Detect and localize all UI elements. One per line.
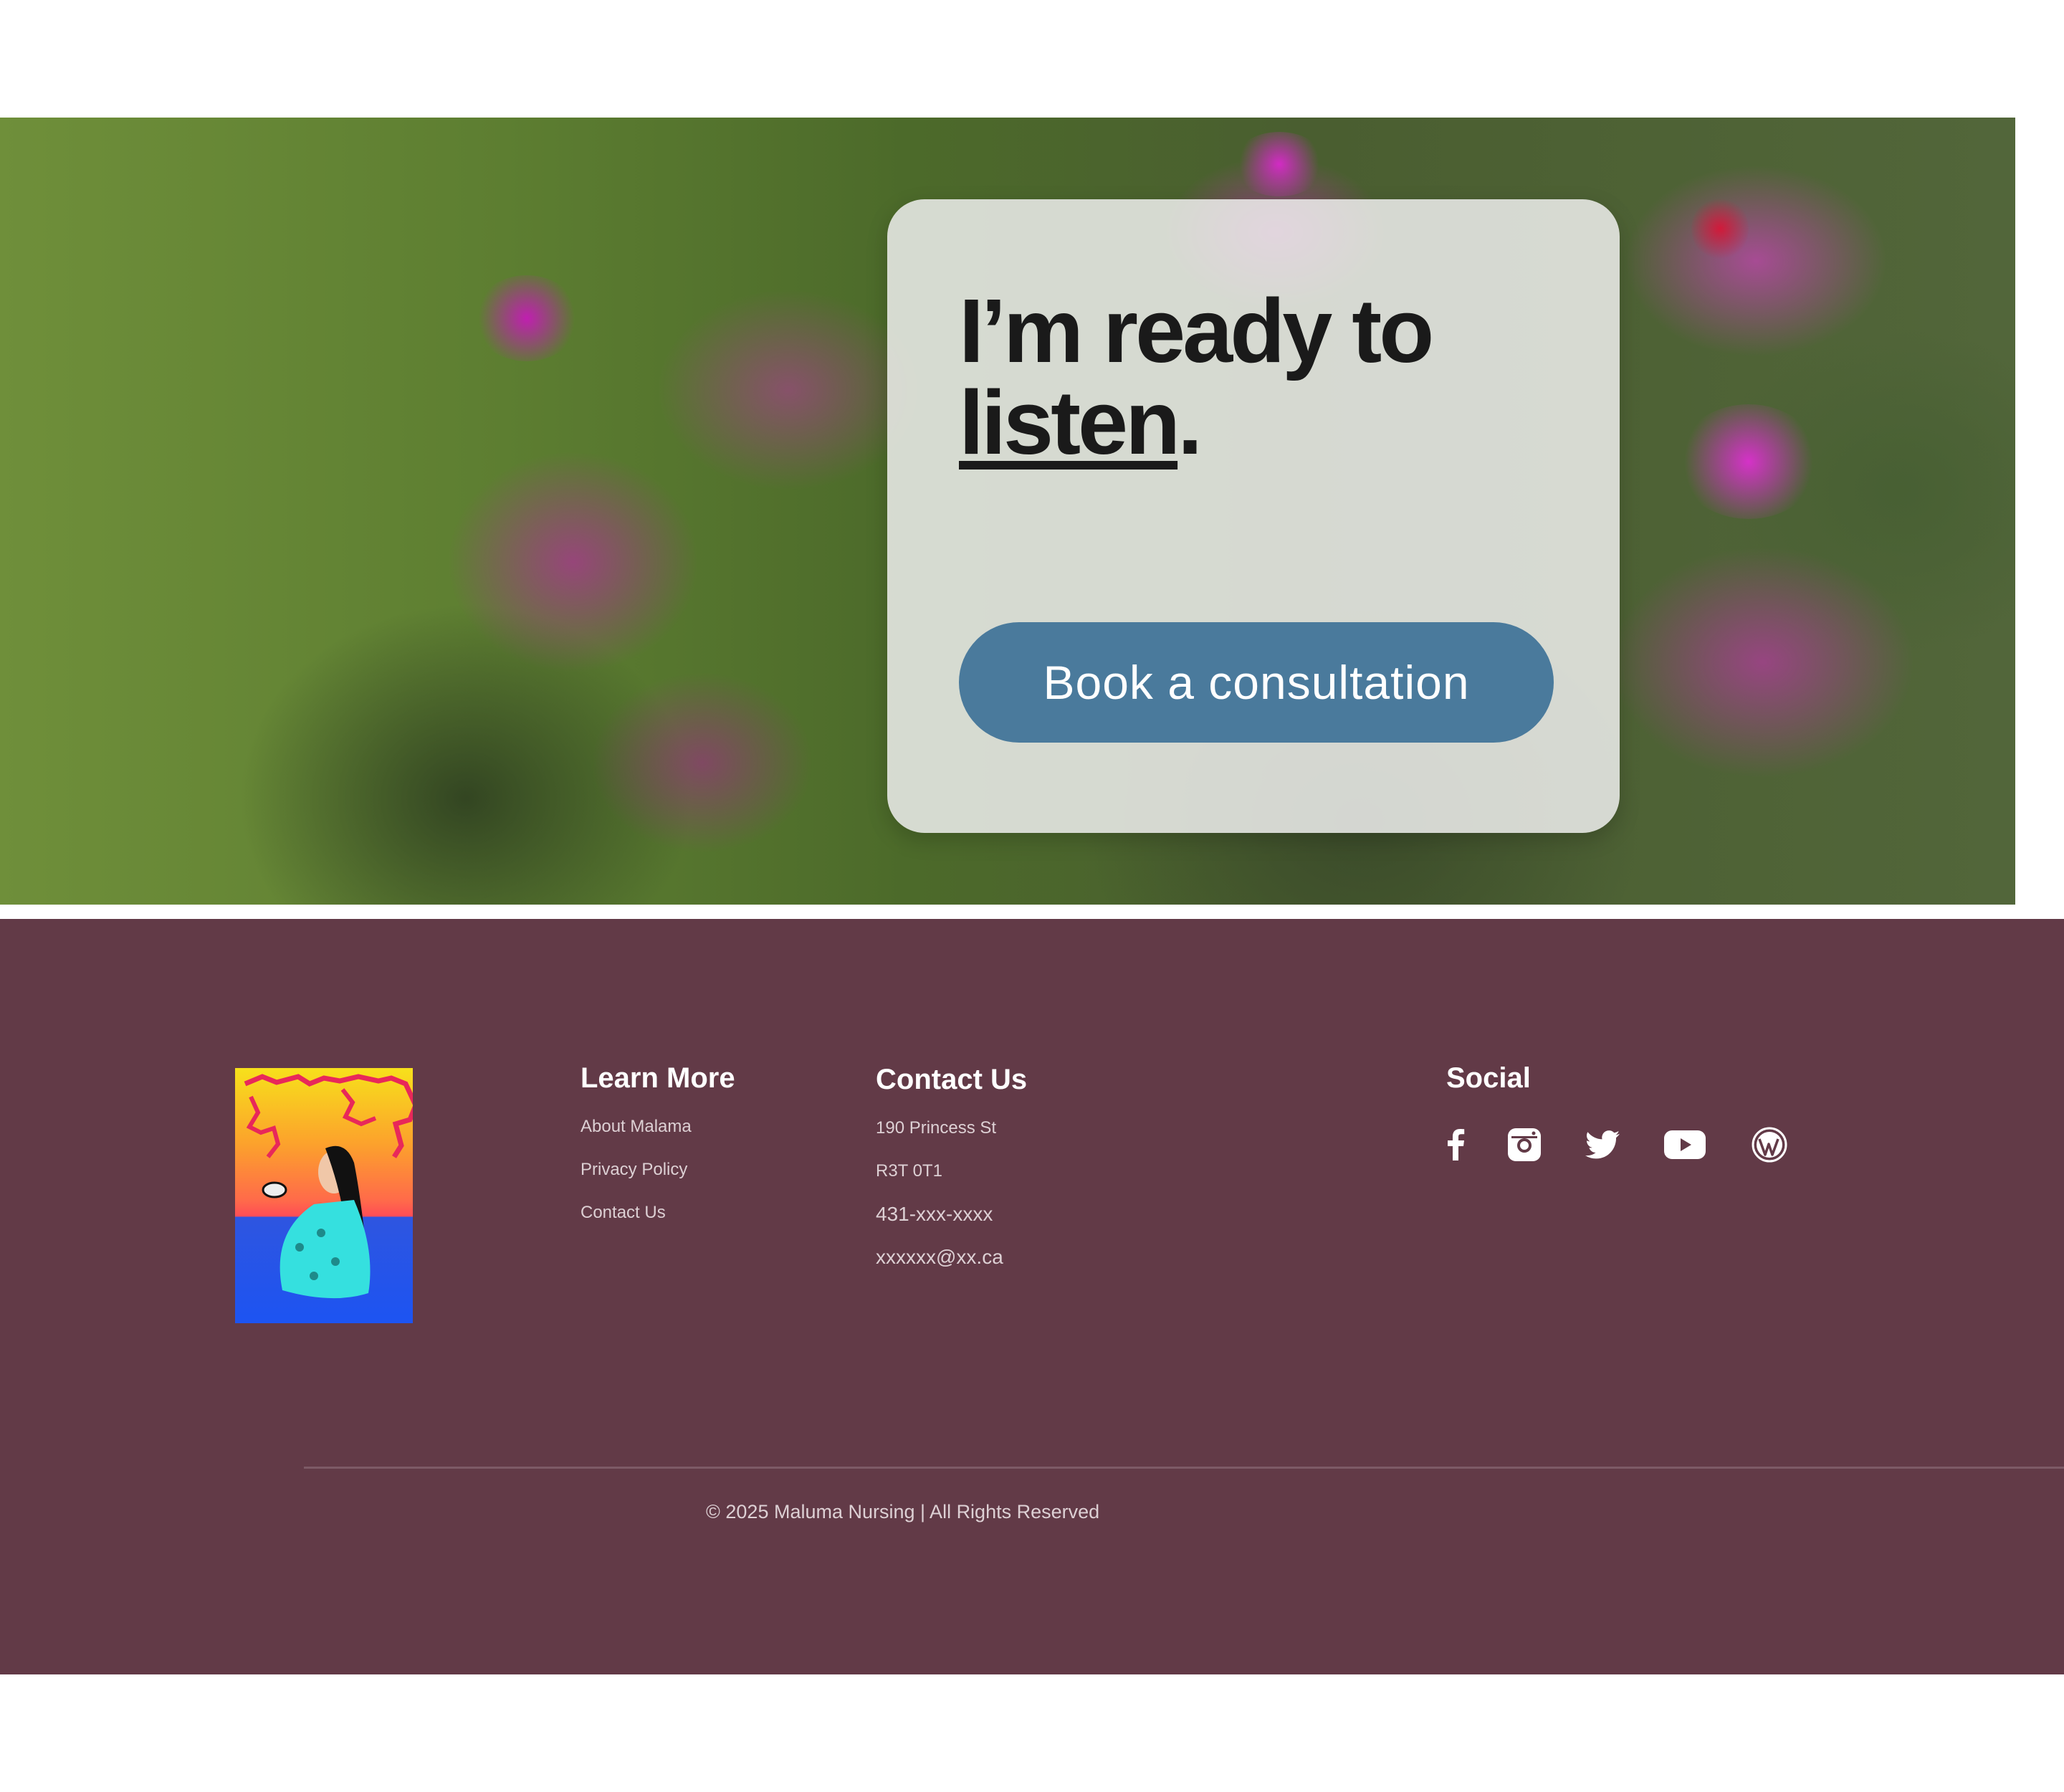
hero-headline: I’m ready to listen.: [959, 285, 1434, 469]
book-consultation-button[interactable]: Book a consultation: [959, 622, 1554, 743]
contact-phone: 431-xxx-xxxx: [876, 1203, 993, 1225]
wordpress-icon[interactable]: [1752, 1127, 1787, 1163]
contact-street: 190 Princess St: [876, 1118, 997, 1138]
contact-us-heading: Contact Us: [876, 1064, 1028, 1095]
contact-us-link[interactable]: Contact Us: [580, 1203, 666, 1223]
about-malama-link[interactable]: About Malama: [580, 1117, 692, 1137]
privacy-policy-link[interactable]: Privacy Policy: [580, 1160, 687, 1180]
footer-logo-artwork: [235, 1068, 413, 1323]
footer-divider: [304, 1467, 2064, 1469]
contact-email: xxxxxx@xx.ca: [876, 1246, 1003, 1268]
learn-more-heading: Learn More: [580, 1062, 735, 1094]
headline-emphasis: listen: [959, 372, 1180, 473]
contact-postal-code: R3T 0T1: [876, 1161, 942, 1181]
hero-card: I’m ready to listen. Book a consultation: [887, 199, 1620, 833]
flower-decoration: [1233, 132, 1326, 196]
social-heading: Social: [1446, 1062, 1531, 1094]
flower-decoration: [1677, 404, 1820, 519]
flower-decoration: [473, 275, 580, 361]
site-footer: Learn More About Malama Privacy Policy C…: [0, 919, 2064, 1674]
hero-section: I’m ready to listen. Book a consultation: [0, 118, 2015, 905]
flower-decoration: [1691, 196, 1749, 261]
instagram-icon[interactable]: [1508, 1127, 1541, 1163]
copyright-text: © 2025 Maluma Nursing | All Rights Reser…: [706, 1501, 1100, 1522]
headline-line1: I’m ready to: [959, 280, 1434, 381]
facebook-icon[interactable]: [1446, 1127, 1465, 1163]
headline-punctuation: .: [1177, 372, 1203, 473]
twitter-icon[interactable]: [1585, 1127, 1620, 1163]
youtube-icon[interactable]: [1664, 1127, 1706, 1163]
